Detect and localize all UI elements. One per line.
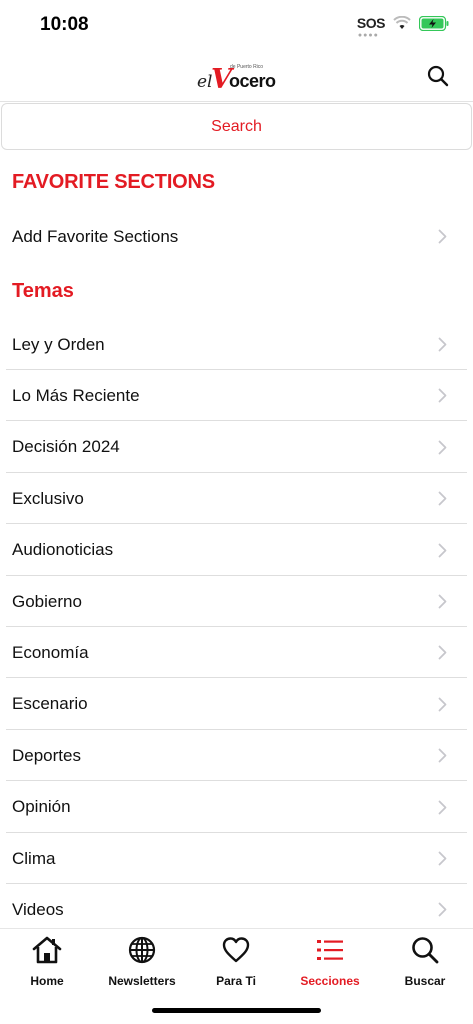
chevron-right-icon [438, 748, 447, 768]
tab-newsletters[interactable]: Newsletters [95, 935, 189, 988]
sos-indicator: SOS ●●●● [356, 15, 386, 39]
chevron-right-icon [438, 337, 447, 357]
home-indicator[interactable] [152, 1008, 321, 1013]
chevron-right-icon [438, 388, 447, 408]
battery-icon [419, 15, 449, 31]
list-icon [315, 935, 345, 970]
el-vocero-logo[interactable]: el V de Puerto Rico ocero [197, 62, 277, 95]
list-item-label: Decisión 2024 [12, 437, 120, 457]
chevron-right-icon [438, 440, 447, 460]
list-item-label: Escenario [12, 694, 88, 714]
search-icon [410, 935, 440, 970]
tab-secciones[interactable]: Secciones [283, 935, 377, 988]
tab-label: Newsletters [108, 974, 176, 988]
list-item[interactable]: Deportes [6, 730, 467, 782]
chevron-right-icon [438, 851, 447, 871]
list-item-label: Opinión [12, 797, 71, 817]
heart-icon [221, 935, 251, 970]
list-item-label: Gobierno [12, 591, 82, 611]
tab-label: Home [30, 974, 64, 988]
chevron-right-icon [438, 902, 447, 922]
signal-dots-icon: ●●●● [357, 32, 379, 39]
list-item-label: Clima [12, 848, 56, 868]
list-item-label: Ley y Orden [12, 334, 105, 354]
add-favorite-sections-label: Add Favorite Sections [12, 226, 179, 246]
list-item[interactable]: Audionoticias [6, 525, 467, 576]
list-item-label: Exclusivo [12, 488, 84, 508]
home-icon [31, 935, 63, 970]
chevron-right-icon [438, 645, 447, 665]
tab-label: Secciones [300, 974, 360, 988]
tab-home[interactable]: Home [0, 935, 94, 988]
search-button[interactable]: Search [1, 103, 472, 150]
list-item[interactable]: Exclusivo [6, 473, 467, 525]
sos-label: SOS [356, 15, 386, 31]
add-favorite-sections-row[interactable]: Add Favorite Sections [6, 211, 467, 262]
tab-para-ti[interactable]: Para Ti [189, 935, 283, 988]
list-item[interactable]: Ley y Orden [6, 319, 467, 370]
list-item-label: Deportes [12, 745, 81, 765]
search-label: Search [211, 117, 262, 135]
list-item[interactable]: Economía [6, 627, 467, 679]
status-indicators: SOS ●●●● [356, 15, 449, 39]
favorite-sections-heading: FAVORITE SECTIONS [12, 171, 215, 193]
list-item-label: Audionoticias [12, 540, 114, 560]
status-time: 10:08 [40, 14, 89, 35]
tab-label: Para Ti [216, 974, 256, 988]
app-header: el V de Puerto Rico ocero [0, 52, 473, 102]
list-item[interactable]: Decisión 2024 [6, 422, 467, 473]
list-item-label: Lo Más Reciente [12, 385, 140, 405]
list-item-label: Videos [12, 899, 64, 919]
chevron-right-icon [438, 543, 447, 563]
temas-heading: Temas [12, 280, 74, 302]
logo-subtitle: de Puerto Rico [230, 64, 264, 70]
list-item[interactable]: Clima [6, 833, 467, 884]
list-item[interactable]: Escenario [6, 679, 467, 730]
list-item[interactable]: Lo Más Reciente [6, 370, 467, 422]
tab-buscar[interactable]: Buscar [378, 935, 472, 988]
header-search-icon[interactable] [427, 65, 449, 92]
chevron-right-icon [438, 594, 447, 614]
status-bar: 10:08 SOS ●●●● [0, 0, 473, 52]
tab-label: Buscar [404, 974, 446, 988]
chevron-right-icon [438, 697, 447, 717]
chevron-right-icon [438, 800, 447, 820]
list-item[interactable]: Gobierno [6, 576, 467, 627]
chevron-right-icon [438, 491, 447, 511]
chevron-right-icon [438, 229, 447, 249]
logo-rest: ocero [229, 71, 276, 91]
wifi-icon [393, 16, 411, 30]
globe-icon [127, 935, 157, 970]
list-item-label: Economía [12, 642, 89, 662]
list-item[interactable]: Opinión [6, 782, 467, 833]
